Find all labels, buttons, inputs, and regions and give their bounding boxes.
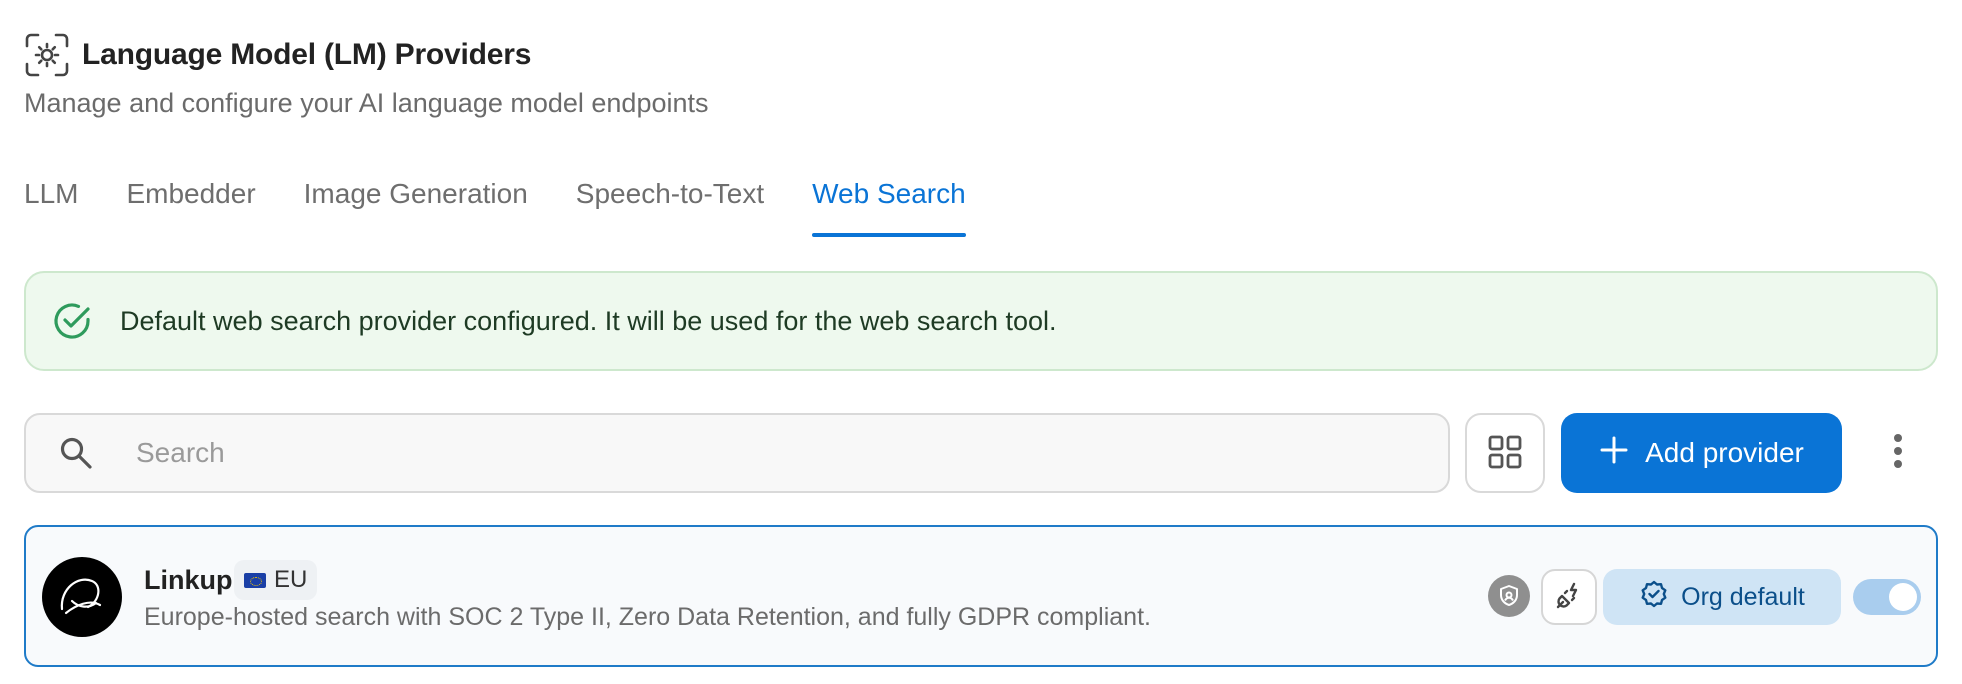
check-circle-icon [52,301,92,341]
provider-tabs: LLM Embedder Image Generation Speech-to-… [24,178,966,238]
page-title: Language Model (LM) Providers [82,38,532,71]
search-input[interactable] [136,437,1336,469]
tab-speech-to-text[interactable]: Speech-to-Text [576,178,764,238]
provider-card-linkup[interactable]: Linkup EU Europe-hosted search with SOC … [24,525,1938,667]
eu-flag-icon [244,572,266,588]
settings-gear-icon [24,32,70,78]
test-connection-button[interactable] [1541,569,1597,625]
grid-view-button[interactable] [1465,413,1545,493]
tab-web-search[interactable]: Web Search [812,178,966,238]
tab-embedder[interactable]: Embedder [126,178,255,238]
region-badge: EU [234,560,318,600]
alert-message: Default web search provider configured. … [120,305,1057,336]
grid-icon [1487,434,1523,473]
provider-description: Europe-hosted search with SOC 2 Type II,… [144,603,1151,631]
linkup-logo [42,557,122,637]
verified-badge-icon [1639,579,1669,616]
more-options-button[interactable] [1876,425,1920,481]
tab-llm[interactable]: LLM [24,178,78,238]
plug-icon [1553,580,1585,615]
page-header: Language Model (LM) Providers [24,32,531,78]
shield-icon [1488,575,1530,617]
provider-name: Linkup [144,565,233,595]
plus-icon [1599,435,1629,472]
default-provider-alert: Default web search provider configured. … [24,271,1938,371]
tab-image-generation[interactable]: Image Generation [304,178,528,238]
org-default-label: Org default [1681,582,1805,611]
region-label: EU [274,566,308,593]
add-provider-button[interactable]: Add provider [1561,413,1842,493]
search-field[interactable] [24,413,1450,493]
add-provider-label: Add provider [1645,437,1804,468]
search-icon [58,435,94,471]
provider-enabled-toggle[interactable] [1853,579,1921,615]
more-vertical-icon [1893,433,1903,474]
toggle-knob [1889,583,1917,611]
page-subtitle: Manage and configure your AI language mo… [24,88,709,118]
org-default-badge[interactable]: Org default [1603,569,1841,625]
